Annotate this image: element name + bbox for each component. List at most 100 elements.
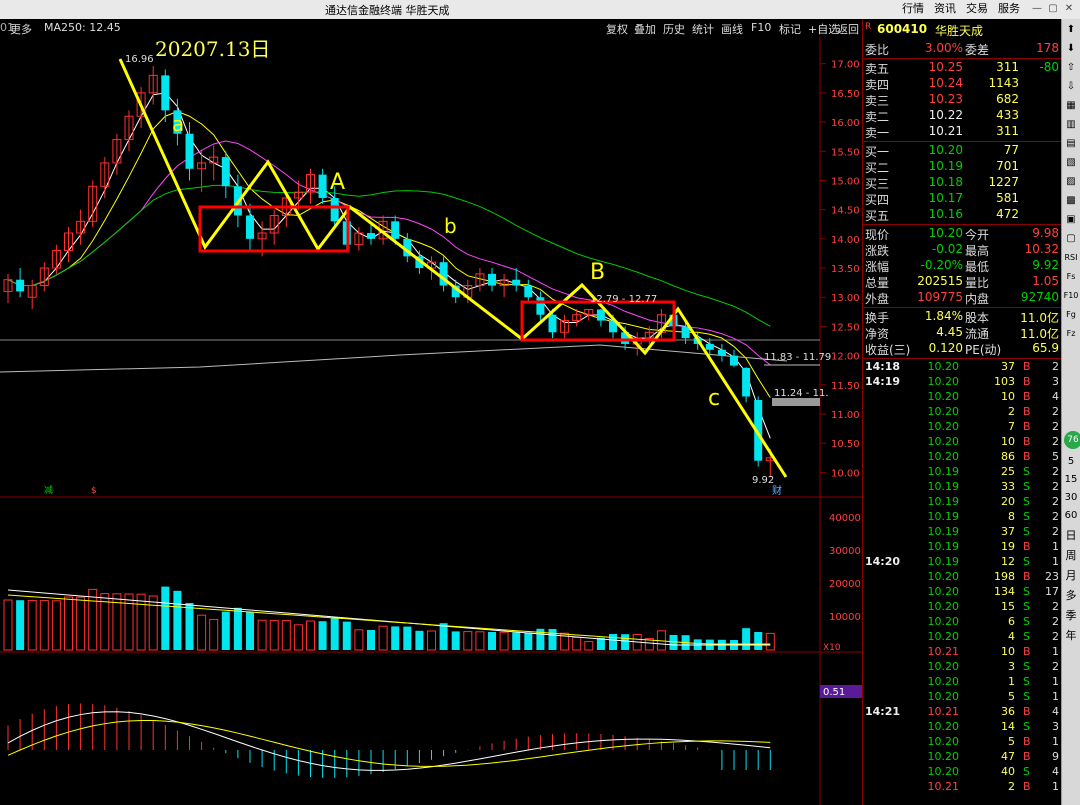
tick-time: 14:20 [865,555,901,568]
sidebar-tool-icon[interactable]: ▥ [1063,118,1079,132]
stat-label-2: 最高 [965,244,990,258]
sidebar-tool-icon[interactable]: ▧ [1063,156,1079,170]
tick-count: 2 [1052,600,1059,613]
sidebar-period-item[interactable]: 月 [1063,569,1079,583]
tick-side: B [1023,750,1031,763]
candle-body [161,75,170,111]
sidebar-tool-icon[interactable]: ⇩ [1063,80,1079,94]
tick-price: 10.20 [927,630,960,643]
sidebar-tool-icon[interactable]: ▨ [1063,175,1079,189]
tick-count: 2 [1052,630,1059,643]
tick-count: 23 [1045,570,1059,583]
tool-biaoji[interactable]: 标记 [779,21,801,37]
sidebar-tool-icon[interactable]: ⬆ [1063,23,1079,37]
tick-price: 10.20 [927,375,960,388]
tick-row: 14:20 10.19 12 S 1 [865,555,1061,570]
fund-value-2: 11.0亿 [1020,327,1059,341]
volume-bar [669,635,678,650]
tool-fanhui[interactable]: 返回 [837,21,859,37]
tick-side: S [1023,630,1030,643]
stat-row: 涨跌 -0.02 最高 10.32 [865,242,1061,258]
sidebar-tool-icon[interactable]: ▣ [1063,213,1079,227]
sidebar-indicator-button[interactable]: Fg [1063,308,1079,322]
tick-side: S [1023,525,1030,538]
tick-side: S [1023,555,1030,568]
price-tick-label: 14.50 [831,206,860,217]
tick-volume: 14 [1001,720,1015,733]
sidebar-period-item[interactable]: 周 [1063,549,1079,563]
sidebar-period-60[interactable]: 60 [1063,509,1079,523]
sidebar-period-item[interactable]: 多 [1063,589,1079,603]
tick-row: 10.20 5 B 1 [865,735,1061,750]
tick-volume: 37 [1001,525,1015,538]
stat-label-2: 量比 [965,276,990,290]
volume-bar [173,590,182,650]
price-tick-label: 17.00 [831,60,860,71]
tick-row: 14:18 10.20 37 B 2 [865,360,1061,375]
tool-tongji[interactable]: 统计 [692,21,714,37]
tick-price: 10.20 [927,450,960,463]
sidebar-period-item[interactable]: 年 [1063,629,1079,643]
volume-bar [342,621,351,650]
menu-fuwu[interactable]: 服务 [994,1,1024,17]
sidebar-tool-icon[interactable]: ▦ [1063,99,1079,113]
price-tick-label: 12.00 [831,352,860,363]
tool-diejia[interactable]: 叠加 [634,21,656,37]
tool-huaxian[interactable]: 画线 [721,21,743,37]
candle-body [185,133,194,169]
sidebar-period-item[interactable]: 日 [1063,529,1079,543]
sidebar-period-item[interactable]: 季 [1063,609,1079,623]
tool-fuquan[interactable]: 复权 [606,21,628,37]
maximize-icon[interactable]: ▢ [1046,2,1060,15]
volume-bar [233,607,242,650]
sidebar-period-30[interactable]: 30 [1063,491,1079,505]
sidebar-period-15[interactable]: 15 [1063,473,1079,487]
volume-bar [439,623,448,650]
tick-count: 2 [1052,405,1059,418]
tick-volume: 7 [1008,420,1015,433]
tick-row: 10.20 198 B 23 [865,570,1061,585]
candle-body [488,273,496,286]
minimize-icon[interactable]: — [1030,2,1044,15]
tool-f10[interactable]: F10 [751,21,771,34]
sidebar-tool-icon[interactable]: ⇧ [1063,61,1079,75]
sidebar-tool-icon[interactable]: ⬇ [1063,42,1079,56]
ask-volume: 311 [996,60,1019,74]
sidebar-indicator-button[interactable]: Fs [1063,270,1079,284]
fund-value: 4.45 [936,325,963,339]
menu-hangqing[interactable]: 行情 [898,1,928,17]
tick-volume: 86 [1001,450,1015,463]
more-button[interactable]: 更多 [10,21,32,37]
tick-price: 10.19 [927,480,960,493]
tick-volume: 5 [1008,690,1015,703]
volume-bar [548,629,557,650]
tick-volume: 2 [1008,780,1015,793]
sidebar-badge[interactable]: 76 [1064,431,1080,449]
stat-value-2: 1.05 [1032,274,1059,288]
sidebar-indicator-button[interactable]: RSI [1063,251,1079,265]
tool-lishi[interactable]: 历史 [663,21,685,37]
tick-price: 10.20 [927,570,960,583]
tick-count: 2 [1052,495,1059,508]
kline-chart[interactable]: 17.00 16.50 16.00 15.50 15.00 14.50 14.00 13.50… [0,37,862,805]
close-icon[interactable]: ✕ [1062,2,1076,15]
tick-price: 10.20 [927,390,960,403]
tick-price: 10.19 [927,495,960,508]
sidebar-tool-icon[interactable]: ▩ [1063,194,1079,208]
sidebar-period-5[interactable]: 5 [1063,455,1079,469]
chart-grid [0,37,862,805]
tick-count: 1 [1052,540,1059,553]
price-tick-label: 12.50 [831,322,860,333]
menu-zixun[interactable]: 资讯 [930,1,960,17]
chart-toolbar: 01 更多 MA250: 12.45 复权 叠加 历史 统计 画线 F10 标记… [0,19,862,37]
tick-count: 2 [1052,480,1059,493]
sidebar-indicator-button[interactable]: F10 [1063,289,1079,303]
tool-zixuan[interactable]: +自选 [808,21,839,37]
sidebar-indicator-button[interactable]: Fz [1063,327,1079,341]
menu-jiaoyi[interactable]: 交易 [962,1,992,17]
fund-row: 收益(三) 0.120 PE(动) 65.9 [865,341,1061,357]
stat-value: 109775 [917,290,963,304]
sidebar-tool-icon[interactable]: ▢ [1063,232,1079,246]
tick-price: 10.20 [927,615,960,628]
sidebar-tool-icon[interactable]: ▤ [1063,137,1079,151]
